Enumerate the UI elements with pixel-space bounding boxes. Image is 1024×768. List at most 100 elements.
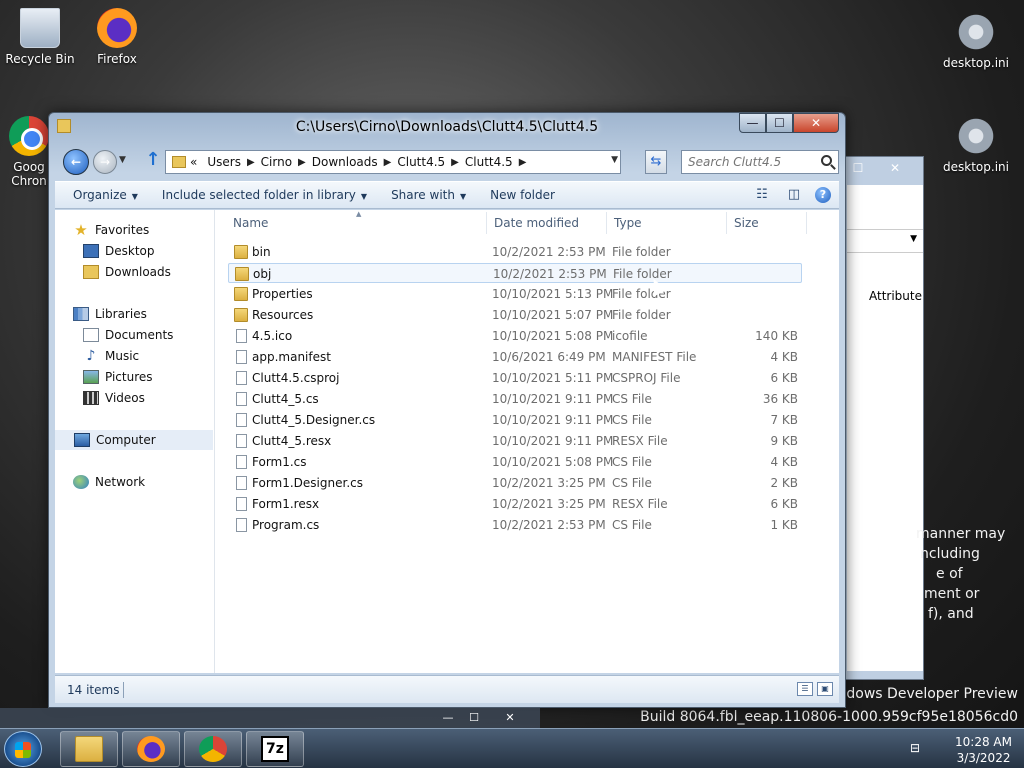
breadcrumb-clutt-parent[interactable]: Clutt4.5 xyxy=(397,155,445,169)
bg-close-button[interactable]: ✕ xyxy=(875,159,915,177)
file-icon xyxy=(236,413,247,427)
include-in-library-button[interactable]: Include selected folder in library ▼ xyxy=(150,188,379,202)
nav-network[interactable]: Network xyxy=(55,472,213,492)
breadcrumb-overflow[interactable]: « xyxy=(190,155,197,169)
desktop-icon-desktop-ini-1[interactable]: desktop.ini xyxy=(936,12,1016,70)
nav-downloads[interactable]: Downloads xyxy=(55,262,213,282)
breadcrumb-users[interactable]: Users xyxy=(207,155,241,169)
nav-favorites[interactable]: ★ Favorites xyxy=(55,220,213,240)
refresh-button[interactable]: ⇆ xyxy=(645,150,667,174)
preview-maximize-button[interactable]: ☐ xyxy=(462,710,486,726)
clock[interactable]: 10:28 AM 3/3/2022 xyxy=(955,734,1012,766)
breadcrumb-separator-icon[interactable]: ▶ xyxy=(384,157,392,168)
column-date-modified[interactable]: Date modified xyxy=(494,216,579,230)
bg-maximize-button[interactable]: ☐ xyxy=(845,159,871,177)
file-date-modified: 10/10/2021 5:13 PM xyxy=(492,287,614,301)
chevron-down-icon[interactable]: ▼ xyxy=(611,155,618,165)
column-size[interactable]: Size xyxy=(734,216,759,230)
search-input[interactable] xyxy=(688,152,818,172)
file-icon xyxy=(236,371,247,385)
folder-row[interactable]: obj 10/2/2021 2:53 PM File folder xyxy=(228,263,802,283)
breadcrumb-separator-icon[interactable]: ▶ xyxy=(298,157,306,168)
file-row[interactable]: Form1.Designer.cs 10/2/2021 3:25 PM CS Fil… xyxy=(228,473,802,493)
file-type: File folder xyxy=(612,308,671,322)
file-row[interactable]: Program.cs 10/2/2021 2:53 PM CS File 1 KB xyxy=(228,515,802,535)
large-icons-view-icon[interactable]: ▣ xyxy=(817,682,833,696)
preview-close-button[interactable]: ✕ xyxy=(498,710,522,726)
preview-minimize-button[interactable]: — xyxy=(436,710,460,726)
nav-libraries[interactable]: Libraries xyxy=(55,304,213,324)
breadcrumb-separator-icon[interactable]: ▶ xyxy=(247,157,255,168)
taskbar-firefox-button[interactable] xyxy=(122,731,180,767)
desktop-icon-recycle-bin[interactable]: Recycle Bin xyxy=(0,8,80,66)
folder-row[interactable]: Resources 10/10/2021 5:07 PM File folder xyxy=(228,305,802,325)
nav-music[interactable]: ♪ Music xyxy=(55,346,213,366)
folder-icon xyxy=(172,156,186,168)
bg-text-line: e of xyxy=(936,566,963,582)
taskbar: 7z ⊟ 10:28 AM 3/3/2022 xyxy=(0,728,1024,768)
nav-label: Desktop xyxy=(105,244,155,258)
close-button[interactable]: ✕ xyxy=(793,113,839,133)
bg-dropdown[interactable]: ▼ xyxy=(847,229,923,253)
preview-pane-icon[interactable]: ◫ xyxy=(783,185,805,205)
file-type: RESX File xyxy=(612,497,668,511)
back-button[interactable]: ← xyxy=(63,149,89,175)
forward-button[interactable]: → xyxy=(93,150,117,174)
file-row[interactable]: Form1.resx 10/2/2021 3:25 PM RESX File 6 KB xyxy=(228,494,802,514)
taskbar-explorer-button[interactable] xyxy=(60,731,118,767)
column-divider[interactable] xyxy=(606,212,607,234)
breadcrumb-downloads[interactable]: Downloads xyxy=(312,155,378,169)
file-row[interactable]: Clutt4_5.Designer.cs 10/10/2021 9:11 PM CS… xyxy=(228,410,802,430)
file-row[interactable]: app.manifest 10/6/2021 6:49 PM MANIFEST Fi… xyxy=(228,347,802,367)
explorer-window[interactable]: C:\Users\Cirno\Downloads\Clutt4.5\Clutt4… xyxy=(48,112,846,708)
desktop-icon-desktop-ini-2[interactable]: desktop.ini xyxy=(936,116,1016,174)
change-view-icon[interactable]: ☷ ▾ xyxy=(751,185,773,222)
taskbar-chrome-button[interactable] xyxy=(184,731,242,767)
column-divider[interactable] xyxy=(726,212,727,234)
desktop-icon-firefox[interactable]: Firefox xyxy=(77,8,157,66)
breadcrumb-separator-icon[interactable]: ▶ xyxy=(519,157,527,168)
column-divider[interactable] xyxy=(806,212,807,234)
share-with-button[interactable]: Share with ▼ xyxy=(379,188,478,202)
recent-pages-dropdown[interactable]: ▼ xyxy=(119,155,126,165)
taskbar-7zip-button[interactable]: 7z xyxy=(246,731,304,767)
file-row[interactable]: Form1.cs 10/10/2021 5:08 PM CS File 4 KB xyxy=(228,452,802,472)
start-button[interactable] xyxy=(4,731,42,767)
nav-label: Libraries xyxy=(95,307,147,321)
breadcrumb-cirno[interactable]: Cirno xyxy=(261,155,292,169)
nav-videos[interactable]: Videos xyxy=(55,388,213,408)
file-date-modified: 10/2/2021 2:53 PM xyxy=(492,518,606,532)
file-row[interactable]: Clutt4.5.csproj 10/10/2021 5:11 PM CSPROJ … xyxy=(228,368,802,388)
breadcrumb-clutt-current[interactable]: Clutt4.5 xyxy=(465,155,513,169)
details-view-icon[interactable]: ☰ xyxy=(797,682,813,696)
network-tray-icon[interactable]: ⊟ xyxy=(910,741,924,755)
column-name[interactable]: Name xyxy=(233,216,268,230)
minimize-button[interactable]: — xyxy=(739,113,766,133)
maximize-button[interactable]: ☐ xyxy=(766,113,793,133)
search-box[interactable] xyxy=(681,150,839,174)
address-bar[interactable]: « Users ▶ Cirno ▶ Downloads ▶ Clutt4.5 ▶… xyxy=(165,150,621,174)
column-divider[interactable] xyxy=(486,212,487,234)
nav-pictures[interactable]: Pictures xyxy=(55,367,213,387)
help-icon[interactable]: ? xyxy=(815,187,831,203)
folder-row[interactable]: Properties 10/10/2021 5:13 PM File folder xyxy=(228,284,802,304)
file-size: 4 KB xyxy=(770,350,798,364)
file-row[interactable]: 4.5.ico 10/10/2021 5:08 PM icofile 140 KB xyxy=(228,326,802,346)
file-row[interactable]: Clutt4_5.resx 10/10/2021 9:11 PM RESX File… xyxy=(228,431,802,451)
nav-computer[interactable]: Computer xyxy=(55,430,213,450)
background-window[interactable]: ☐ ✕ ▼ Attribute xyxy=(838,156,924,680)
new-folder-button[interactable]: New folder xyxy=(478,188,567,202)
folder-row[interactable]: bin 10/2/2021 2:53 PM File folder xyxy=(228,242,802,262)
file-name: 4.5.ico xyxy=(252,329,293,343)
file-type: File folder xyxy=(613,267,672,281)
nav-documents[interactable]: Documents xyxy=(55,325,213,345)
folder-icon xyxy=(234,245,248,259)
organize-button[interactable]: Organize ▼ xyxy=(55,188,150,202)
up-arrow-icon[interactable]: ↑ xyxy=(143,151,163,171)
column-type[interactable]: Type xyxy=(614,216,642,230)
breadcrumb-separator-icon[interactable]: ▶ xyxy=(451,157,459,168)
file-size: 7 KB xyxy=(770,413,798,427)
nav-desktop[interactable]: Desktop xyxy=(55,241,213,261)
file-row[interactable]: Clutt4_5.cs 10/10/2021 9:11 PM CS File 36 K… xyxy=(228,389,802,409)
search-icon[interactable] xyxy=(821,155,832,166)
